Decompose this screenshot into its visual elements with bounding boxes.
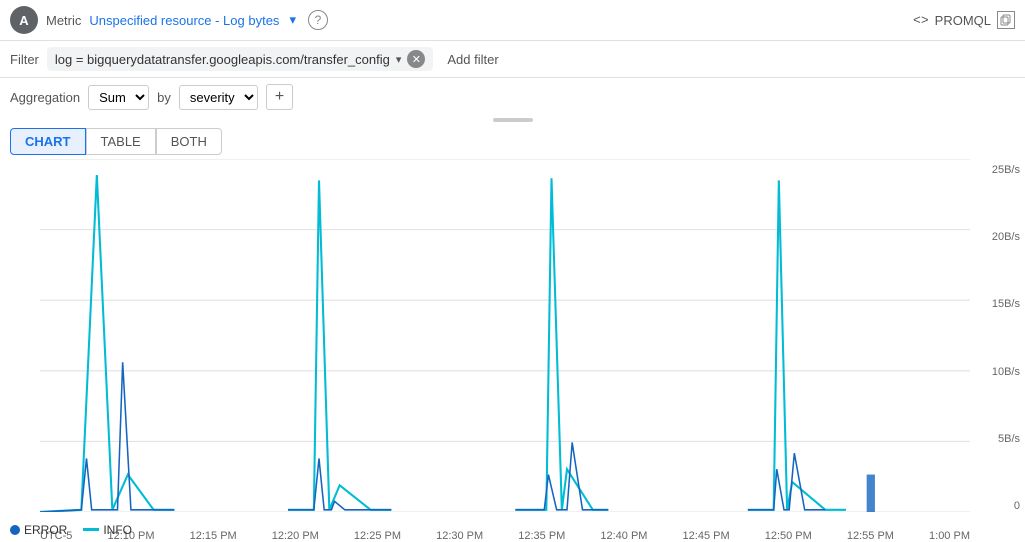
help-icon[interactable]: ?: [308, 10, 328, 30]
x-label-1235: 12:35 PM: [518, 530, 565, 542]
legend-info: INFO: [83, 523, 132, 537]
y-label-0: 0: [975, 500, 1020, 512]
promql-button[interactable]: <> PROMQL: [913, 11, 1015, 29]
avatar: A: [10, 6, 38, 34]
y-label-15: 15B/s: [975, 298, 1020, 310]
x-label-1230: 12:30 PM: [436, 530, 483, 542]
x-label-1215: 12:15 PM: [190, 530, 237, 542]
resize-handle[interactable]: [493, 118, 533, 122]
x-label-1245: 12:45 PM: [683, 530, 730, 542]
add-aggregation-button[interactable]: +: [266, 84, 293, 110]
copy-icon[interactable]: [997, 11, 1015, 29]
promql-label: PROMQL: [935, 13, 991, 28]
tab-table[interactable]: TABLE: [86, 128, 156, 155]
x-label-100: 1:00 PM: [929, 530, 970, 542]
filter-chip-value: log = bigquerydatatransfer.googleapis.co…: [55, 52, 390, 67]
filter-chip[interactable]: log = bigquerydatatransfer.googleapis.co…: [47, 47, 434, 71]
y-axis: 25B/s 20B/s 15B/s 10B/s 5B/s 0: [975, 159, 1025, 512]
legend-error: ERROR: [10, 523, 67, 537]
y-label-5: 5B/s: [975, 433, 1020, 445]
chart-svg: [40, 159, 970, 512]
add-filter-button[interactable]: Add filter: [441, 49, 504, 70]
tab-chart[interactable]: CHART: [10, 128, 86, 155]
y-label-10: 10B/s: [975, 366, 1020, 378]
filter-chip-remove[interactable]: ✕: [407, 50, 425, 68]
legend: ERROR INFO: [10, 517, 132, 542]
x-label-1240: 12:40 PM: [600, 530, 647, 542]
x-label-1220: 12:20 PM: [272, 530, 319, 542]
aggregation-row: Aggregation Sum by severity +: [0, 78, 1025, 116]
filter-label: Filter: [10, 52, 39, 67]
promql-icon: <>: [913, 13, 929, 28]
aggregation-label: Aggregation: [10, 90, 80, 105]
tab-both[interactable]: BOTH: [156, 128, 222, 155]
error-legend-label: ERROR: [24, 523, 67, 537]
x-label-1250: 12:50 PM: [765, 530, 812, 542]
chart-area: 25B/s 20B/s 15B/s 10B/s 5B/s 0: [0, 159, 1025, 542]
y-label-20: 20B/s: [975, 231, 1020, 243]
x-label-1255: 12:55 PM: [847, 530, 894, 542]
info-legend-icon: [83, 528, 99, 531]
aggregation-select[interactable]: Sum: [88, 85, 149, 110]
top-bar: A Metric Unspecified resource - Log byte…: [0, 0, 1025, 41]
filter-row: Filter log = bigquerydatatransfer.google…: [0, 41, 1025, 78]
chart-svg-container: [40, 159, 970, 512]
error-legend-icon: [10, 525, 20, 535]
chevron-down-icon[interactable]: ▾: [396, 53, 402, 66]
metric-label: Metric: [46, 13, 81, 28]
info-legend-label: INFO: [103, 523, 132, 537]
x-label-1225: 12:25 PM: [354, 530, 401, 542]
metric-dropdown-icon[interactable]: ▾: [289, 12, 296, 28]
x-axis: UTC-5 12:10 PM 12:15 PM 12:20 PM 12:25 P…: [40, 517, 970, 542]
view-tabs: CHART TABLE BOTH: [0, 124, 1025, 159]
severity-select[interactable]: severity: [179, 85, 258, 110]
y-label-25: 25B/s: [975, 164, 1020, 176]
by-label: by: [157, 90, 171, 105]
divider-row: [0, 116, 1025, 124]
metric-value[interactable]: Unspecified resource - Log bytes: [89, 13, 279, 28]
